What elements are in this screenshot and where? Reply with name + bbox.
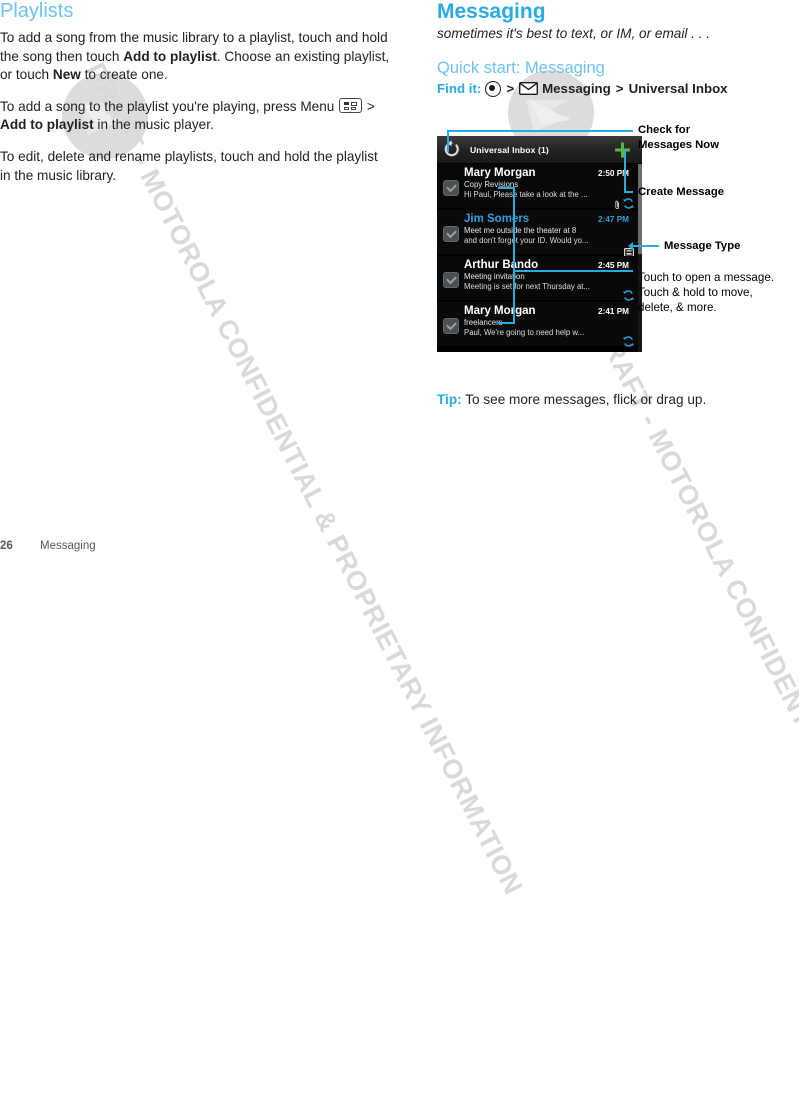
message-header-row: Mary Morgan 2:41 PM bbox=[464, 305, 638, 317]
find-it-item-messaging: Messaging bbox=[542, 81, 611, 97]
message-snippet: Paul, We're going to need help w... bbox=[464, 328, 585, 337]
callout-line-2: Messages Now bbox=[638, 138, 719, 151]
paragraph-edit-delete: To edit, delete and rename playlists, to… bbox=[0, 148, 392, 185]
list-item[interactable]: Mary Morgan 2:41 PM freelancers Paul, We… bbox=[437, 302, 642, 348]
phone-screenshot-universal-inbox: Universal Inbox (1) Mary Morgan 2:50 PM … bbox=[437, 136, 642, 352]
callout-line-1: Message Type bbox=[664, 240, 741, 252]
sync-icon bbox=[623, 288, 634, 301]
callout-line-open-msg-vertical bbox=[513, 187, 515, 324]
tip-label: Tip: bbox=[437, 391, 462, 407]
sync-icon bbox=[623, 196, 634, 209]
message-checkbox[interactable] bbox=[443, 180, 459, 196]
quickstart-title: Quick start: Messaging bbox=[437, 59, 605, 78]
message-snippet: and don't forget your ID. Would yo... bbox=[464, 236, 589, 245]
find-it-path: Find it: > Messaging > Universal Inbox bbox=[437, 80, 799, 97]
message-icon-group bbox=[623, 288, 634, 301]
refresh-icon[interactable] bbox=[442, 140, 461, 159]
list-item[interactable]: Jim Somers 2:47 PM Meet me outside the t… bbox=[437, 210, 642, 258]
inbox-header-bar: Universal Inbox (1) bbox=[437, 136, 642, 164]
scrollbar-thumb[interactable] bbox=[638, 164, 642, 254]
plus-icon[interactable] bbox=[615, 142, 630, 157]
menu-grid-icon bbox=[339, 97, 363, 113]
tip-line: Tip: To see more messages, flick or drag… bbox=[437, 392, 706, 407]
left-text-column: Playlists To add a song from the music l… bbox=[0, 0, 392, 198]
message-checkbox[interactable] bbox=[443, 226, 459, 242]
text-run-bold: Add to playlist bbox=[0, 117, 94, 133]
callout-create-message: Create Message bbox=[638, 185, 724, 200]
message-subject: freelancers bbox=[464, 318, 503, 327]
message-header-row: Mary Morgan 2:50 PM bbox=[464, 167, 638, 179]
find-it-item-universal-inbox: Universal Inbox bbox=[628, 81, 728, 97]
watermark-text-right: DRAFT - MOTOROLA CONFIDENTIAL & PROPRIET… bbox=[588, 318, 799, 1116]
path-separator: > bbox=[506, 81, 515, 97]
text-run-bold: New bbox=[52, 67, 81, 83]
page-footer: 26 Messaging bbox=[0, 540, 96, 552]
message-sender: Jim Somers bbox=[464, 213, 530, 225]
section-title-playlists: Playlists bbox=[0, 0, 74, 22]
callout-line-open-msg-h1 bbox=[498, 187, 515, 189]
message-subject: Copy Revisions bbox=[464, 180, 519, 189]
list-item[interactable]: Mary Morgan 2:50 PM Copy Revisions Hi Pa… bbox=[437, 164, 642, 210]
chapter-subtitle: sometimes it's best to text, or IM, or e… bbox=[437, 26, 711, 42]
callout-line-create-msg-horizontal bbox=[624, 191, 633, 193]
callout-touch-to-open: Touch to open a message. Touch & hold to… bbox=[638, 270, 774, 315]
callout-line-message-type bbox=[633, 245, 659, 247]
callout-line-open-msg-h2 bbox=[498, 322, 515, 324]
message-header-row: Jim Somers 2:47 PM bbox=[464, 213, 638, 225]
message-checkbox[interactable] bbox=[443, 272, 459, 288]
callout-line-1: Check for bbox=[638, 124, 691, 136]
sync-icon bbox=[623, 334, 634, 347]
message-subject: Meeting invitation bbox=[464, 272, 525, 281]
callout-arrow-message-type bbox=[628, 242, 633, 250]
envelope-icon bbox=[519, 82, 539, 96]
callout-line-3: delete, & more. bbox=[638, 301, 717, 314]
callout-check-for-messages-now: Check for Messages Now bbox=[638, 123, 719, 152]
callout-line-check-now-horizontal bbox=[447, 130, 633, 132]
tip-text: To see more messages, flick or drag up. bbox=[461, 391, 707, 407]
message-icon-group bbox=[615, 196, 634, 209]
callout-line-2: Touch & hold to move, bbox=[638, 286, 753, 299]
attachment-icon bbox=[615, 197, 620, 209]
inbox-title: Universal Inbox (1) bbox=[470, 144, 549, 155]
message-time: 2:47 PM bbox=[598, 215, 629, 224]
text-run-bold: Add to playlist bbox=[123, 48, 217, 64]
message-sender: Mary Morgan bbox=[464, 167, 536, 179]
message-content: Mary Morgan 2:41 PM freelancers Paul, We… bbox=[464, 305, 642, 347]
message-content: Mary Morgan 2:50 PM Copy Revisions Hi Pa… bbox=[464, 167, 642, 209]
page-title: Messaging bbox=[437, 0, 546, 23]
right-text-column: Messaging sometimes it's best to text, o… bbox=[437, 0, 799, 97]
callout-line-open-msg-horizontal bbox=[513, 270, 633, 272]
message-content: Arthur Bando 2:45 PM Meeting invitation … bbox=[464, 259, 642, 301]
text-run: > bbox=[363, 98, 375, 114]
text-run: to create one. bbox=[80, 67, 168, 83]
text-run: in the music player. bbox=[93, 117, 214, 133]
text-run: To edit, delete and rename playlists, to… bbox=[0, 148, 378, 183]
message-list[interactable]: Mary Morgan 2:50 PM Copy Revisions Hi Pa… bbox=[437, 164, 642, 348]
callout-message-type: Message Type bbox=[664, 239, 740, 254]
callout-line-create-msg-vertical bbox=[624, 150, 626, 193]
paragraph-add-song: To add a song from the music library to … bbox=[0, 29, 392, 85]
paragraph-add-to-playing: To add a song to the playlist you're pla… bbox=[0, 97, 392, 135]
message-subject: Meet me outside the theater at 8 bbox=[464, 226, 577, 235]
message-time: 2:45 PM bbox=[598, 261, 629, 270]
message-content: Jim Somers 2:47 PM Meet me outside the t… bbox=[464, 213, 642, 258]
message-icon-group bbox=[623, 334, 634, 347]
text-run: To add a song to the playlist you're pla… bbox=[0, 98, 339, 114]
message-sender: Mary Morgan bbox=[464, 305, 536, 317]
footer-section-name: Messaging bbox=[40, 540, 96, 552]
callout-line-1: Touch to open a message. bbox=[638, 271, 774, 284]
list-item[interactable]: Arthur Bando 2:45 PM Meeting invitation … bbox=[437, 256, 642, 302]
page-number: 26 bbox=[0, 540, 13, 552]
path-separator: > bbox=[615, 81, 624, 97]
message-snippet: Meeting is set for next Thursday at... bbox=[464, 282, 590, 291]
message-time: 2:41 PM bbox=[598, 307, 629, 316]
message-snippet: Hi Paul, Please take a look at the ... bbox=[464, 190, 588, 199]
message-checkbox[interactable] bbox=[443, 318, 459, 334]
home-circle-icon bbox=[485, 80, 502, 97]
callout-line-check-now-vertical bbox=[447, 130, 449, 152]
callout-line-1: Create Message bbox=[638, 186, 725, 198]
find-it-label: Find it: bbox=[437, 81, 482, 97]
